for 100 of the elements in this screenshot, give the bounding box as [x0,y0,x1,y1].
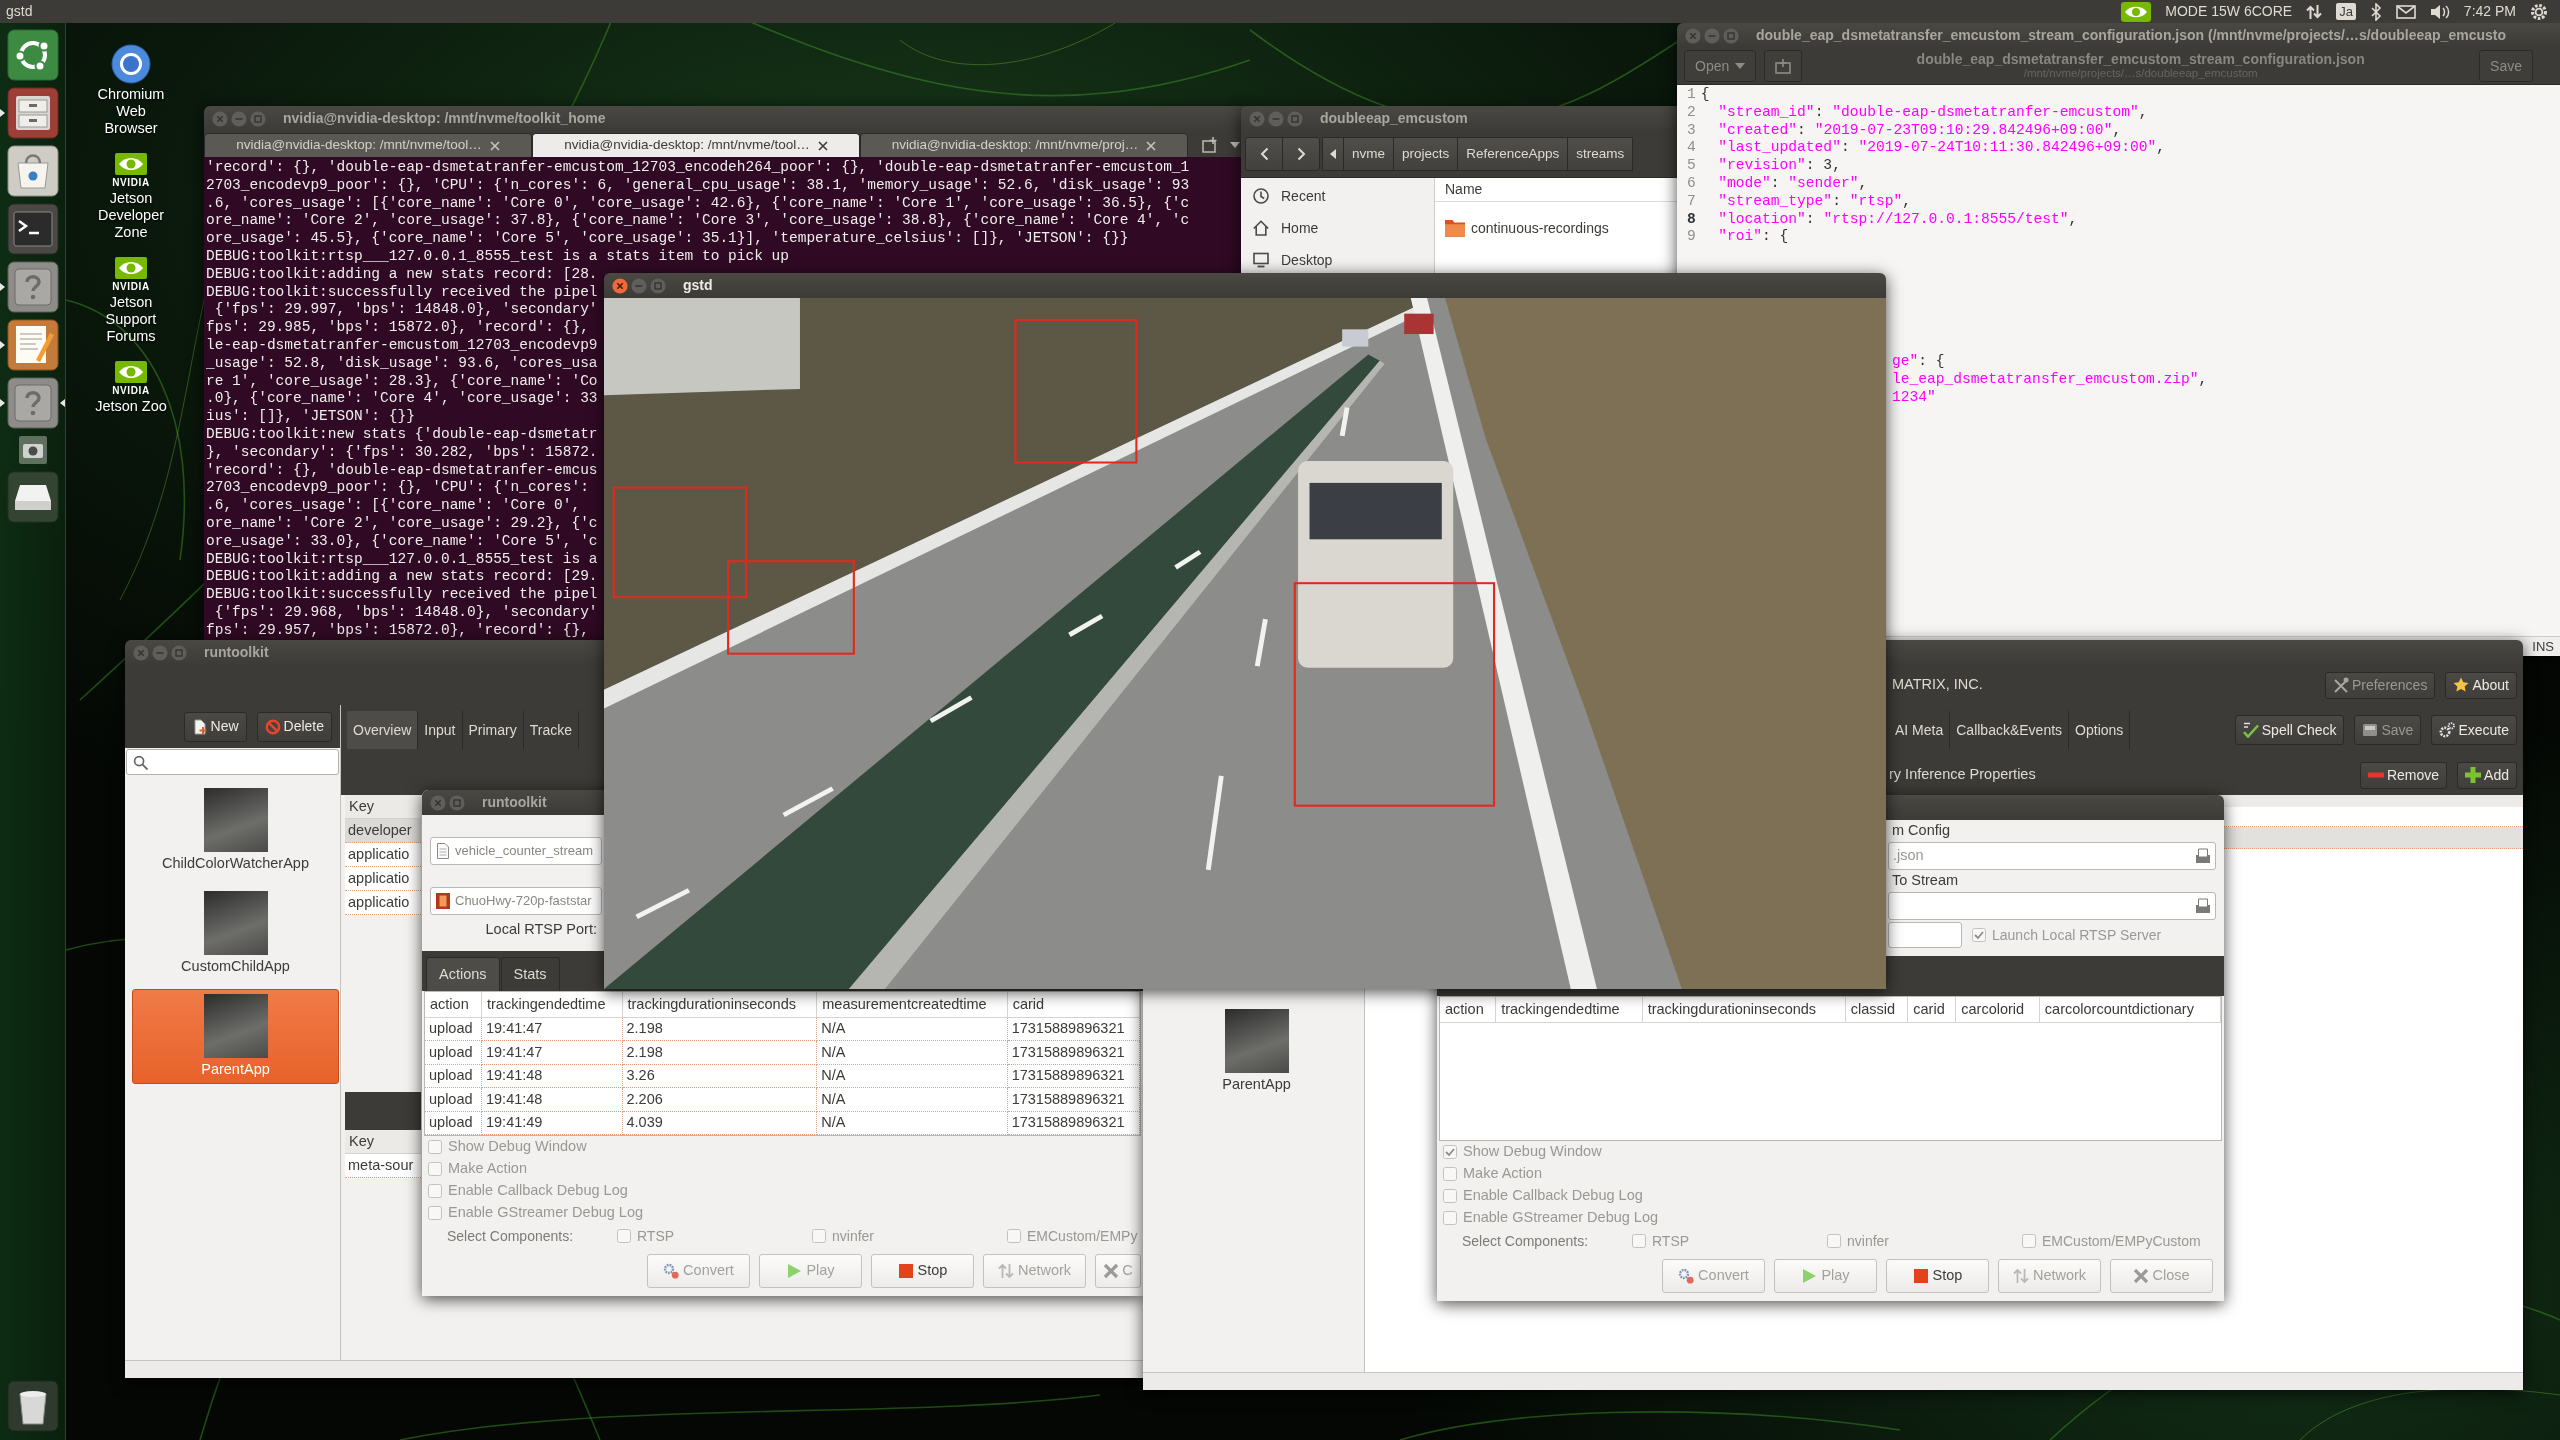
checkbox[interactable] [428,1162,442,1176]
speaker-icon[interactable] [2429,3,2450,20]
clock-label[interactable]: 7:42 PM [2463,3,2516,20]
table-row[interactable] [2223,827,2523,849]
maximize-button[interactable] [250,110,266,127]
column-header[interactable]: action [425,992,482,1017]
checkbox[interactable] [617,1229,631,1243]
add-button[interactable]: Add [2457,761,2517,789]
column-header[interactable]: Key [345,795,421,819]
file-field[interactable] [1888,892,2216,920]
path-button[interactable]: projects [1393,137,1459,171]
tab[interactable]: Input [418,711,463,749]
new-tab-button[interactable] [1764,50,1803,82]
app-item[interactable]: ChildColorWatcherApp [132,783,339,878]
maximize-button[interactable] [1723,27,1739,44]
port-field[interactable] [1888,922,1962,948]
close-button[interactable] [430,794,446,811]
tab[interactable]: AI Meta [1889,711,1951,749]
question-mark-icon[interactable] [6,261,59,313]
eye-logo-icon[interactable] [2121,1,2152,22]
table-cell[interactable]: meta-sour [345,1154,421,1178]
maximize-button[interactable] [650,277,666,294]
table-cell[interactable]: applicatio [345,867,421,891]
terminal-icon[interactable] [6,203,59,255]
sidebar-item[interactable]: Recent [1241,184,1434,208]
execute-button[interactable]: Execute [2431,715,2517,745]
terminal-tab[interactable]: nvidia@nvidia-desktop: /mnt/nvme/proj… [860,133,1188,157]
path-button[interactable]: nvme [1343,137,1394,171]
tab-close-icon[interactable] [817,140,828,151]
sidebar-item[interactable]: Home [1241,216,1434,240]
ring-logo-icon[interactable] [6,29,59,81]
column-header[interactable]: carid [1907,997,1956,1022]
tab[interactable]: Primary [462,711,524,749]
question-mark-icon[interactable] [6,377,59,429]
minimize-button[interactable] [231,110,247,127]
circle-logo-icon[interactable] [111,44,151,84]
checkbox[interactable] [428,1184,442,1198]
close-button[interactable] [133,644,149,661]
camera-icon[interactable] [17,435,48,465]
column-header[interactable]: carcolorid [1955,997,2040,1022]
checkbox[interactable] [1443,1189,1457,1203]
column-header[interactable]: trackingendedtime [481,992,622,1017]
checkbox[interactable] [1443,1167,1457,1181]
table-cell[interactable]: applicatio [345,891,421,915]
path-button[interactable]: ReferenceApps [1457,137,1569,171]
insert-mode-label[interactable]: INS [2532,638,2554,655]
close-button[interactable] [1249,110,1265,127]
tab[interactable]: Options [2069,711,2131,749]
tab[interactable]: Stats [500,957,560,991]
minimize-button[interactable] [152,644,168,661]
checkbox[interactable] [1827,1234,1841,1248]
maximize-button[interactable] [171,644,187,661]
up-down-arrows-icon[interactable] [2306,3,2323,20]
about-button[interactable]: About [2445,671,2517,699]
app-menu-title[interactable]: gstd [6,3,33,20]
desktop-icon-label[interactable]: Chromium Web Browser [91,86,171,137]
checkbox[interactable] [1007,1229,1021,1243]
table-cell[interactable]: developer [345,819,421,843]
search-field[interactable] [126,749,339,775]
minimize-button[interactable] [1268,110,1284,127]
close-button[interactable] [1685,27,1701,44]
desktop-icon-label[interactable]: Jetson Developer Zone [91,190,171,241]
maximize-button[interactable] [1287,110,1303,127]
minimize-button[interactable] [1704,27,1720,44]
close-button[interactable] [612,277,628,294]
power-mode-label[interactable]: MODE 15W 6CORE [2165,3,2293,20]
checkbox[interactable] [428,1206,442,1220]
file-field[interactable]: ChuoHwy-720p-faststar [430,887,602,915]
spell-check-button[interactable]: Spell Check [2234,715,2345,745]
table-cell[interactable]: applicatio [345,843,421,867]
settings-icon[interactable] [2530,2,2548,21]
column-header[interactable]: trackingdurationinseconds [1642,997,1846,1022]
desktop-icon-label[interactable]: Jetson Zoo [95,398,167,415]
column-header[interactable]: trackingdurationinseconds [622,992,817,1017]
column-header[interactable]: Key [345,1130,421,1154]
checkbox[interactable] [1443,1145,1457,1159]
stop-button[interactable]: Stop [871,1254,974,1288]
delete-button[interactable]: Delete [256,711,332,742]
printer-icon[interactable] [2195,848,2211,864]
close-button[interactable] [212,110,228,127]
column-header[interactable]: measurementcreatedtime [816,992,1008,1017]
tab[interactable]: Callback&Events [1950,711,2070,749]
checkbox[interactable] [428,1140,442,1154]
tab[interactable]: Tracke [523,711,579,749]
back-button[interactable] [1245,137,1283,171]
new-button[interactable]: New [183,711,247,742]
path-scroll-button[interactable] [1322,137,1344,171]
file-field[interactable]: vehicle_counter_stream [430,837,602,865]
envelope-icon[interactable] [2395,4,2416,19]
stop-button[interactable]: Stop [1886,1259,1989,1293]
checkbox[interactable] [812,1229,826,1243]
trash-icon[interactable] [6,1380,59,1432]
sidebar-item[interactable]: Desktop [1241,248,1434,272]
app-item[interactable]: CustomChildApp [132,886,339,981]
tab[interactable]: Overview [347,711,419,749]
input-method-indicator[interactable]: Ja [2336,3,2356,20]
plus-box-icon[interactable] [1202,137,1218,153]
tab[interactable]: Actions [426,957,500,991]
path-button[interactable]: streams [1567,137,1634,171]
bluetooth-icon[interactable] [2369,2,2382,21]
